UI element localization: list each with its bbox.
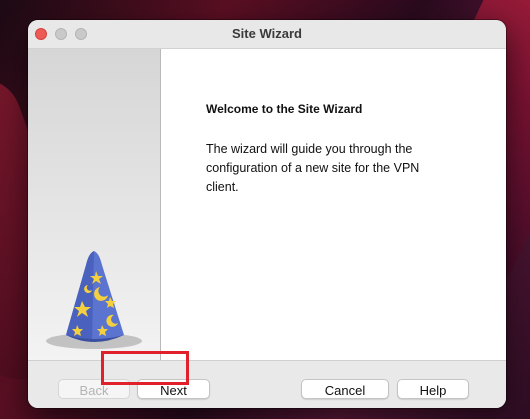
wizard-main-panel: Welcome to the Site Wizard The wizard wi…: [161, 49, 506, 360]
welcome-heading: Welcome to the Site Wizard: [206, 102, 363, 116]
back-button[interactable]: Back: [58, 379, 130, 399]
cancel-button[interactable]: Cancel: [301, 379, 389, 399]
title-bar[interactable]: Site Wizard: [28, 20, 506, 49]
window-title: Site Wizard: [232, 26, 302, 41]
site-wizard-window: Site Wizard Welcome to the Site Wizard T…: [28, 20, 506, 408]
wizard-hat-icon: [46, 251, 142, 349]
wizard-content: Welcome to the Site Wizard The wizard wi…: [28, 49, 506, 360]
wizard-button-bar: Back Next Cancel Help: [28, 360, 506, 408]
wizard-side-panel: [28, 49, 161, 360]
welcome-description: The wizard will guide you through the co…: [206, 142, 420, 194]
next-button[interactable]: Next: [137, 379, 210, 399]
help-button[interactable]: Help: [397, 379, 469, 399]
